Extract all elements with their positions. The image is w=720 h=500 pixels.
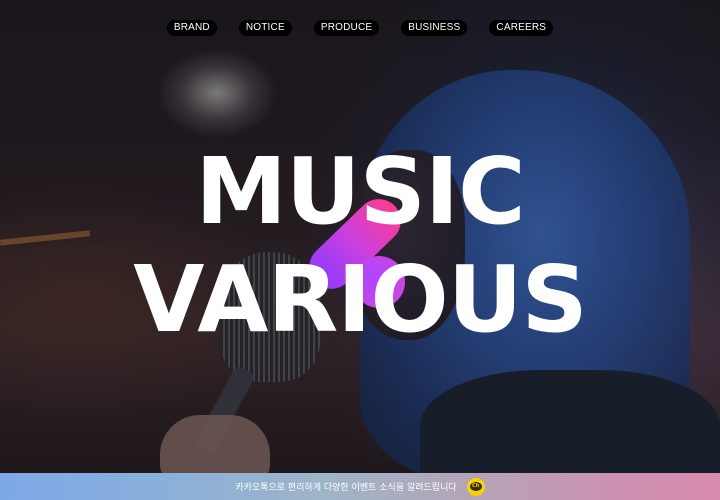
nav-item-brand[interactable]: BRAND xyxy=(166,20,217,36)
banner-text: 카카오톡으로 편리하게 다양한 이벤트 소식을 알려드립니다 xyxy=(235,483,457,493)
nav-item-notice[interactable]: NOTICE xyxy=(238,20,292,36)
kakao-channel-icon[interactable]: Ch xyxy=(466,477,485,496)
hero-title-line-1: MUSIC xyxy=(195,138,525,245)
hero-title-line-2: VARIOUS xyxy=(133,246,587,353)
kakao-banner[interactable]: 카카오톡으로 편리하게 다양한 이벤트 소식을 알려드립니다 Ch xyxy=(0,473,720,500)
hero-title: MUSIC VARIOUS xyxy=(0,138,720,354)
nav-item-produce[interactable]: PRODUCE xyxy=(313,20,380,36)
kakao-channel-icon-label: Ch xyxy=(469,482,482,491)
nav-item-careers[interactable]: CAREERS xyxy=(489,20,554,36)
nav-item-business[interactable]: BUSINESS xyxy=(401,20,468,36)
main-nav: BRAND NOTICE PRODUCE BUSINESS CAREERS xyxy=(0,20,720,36)
